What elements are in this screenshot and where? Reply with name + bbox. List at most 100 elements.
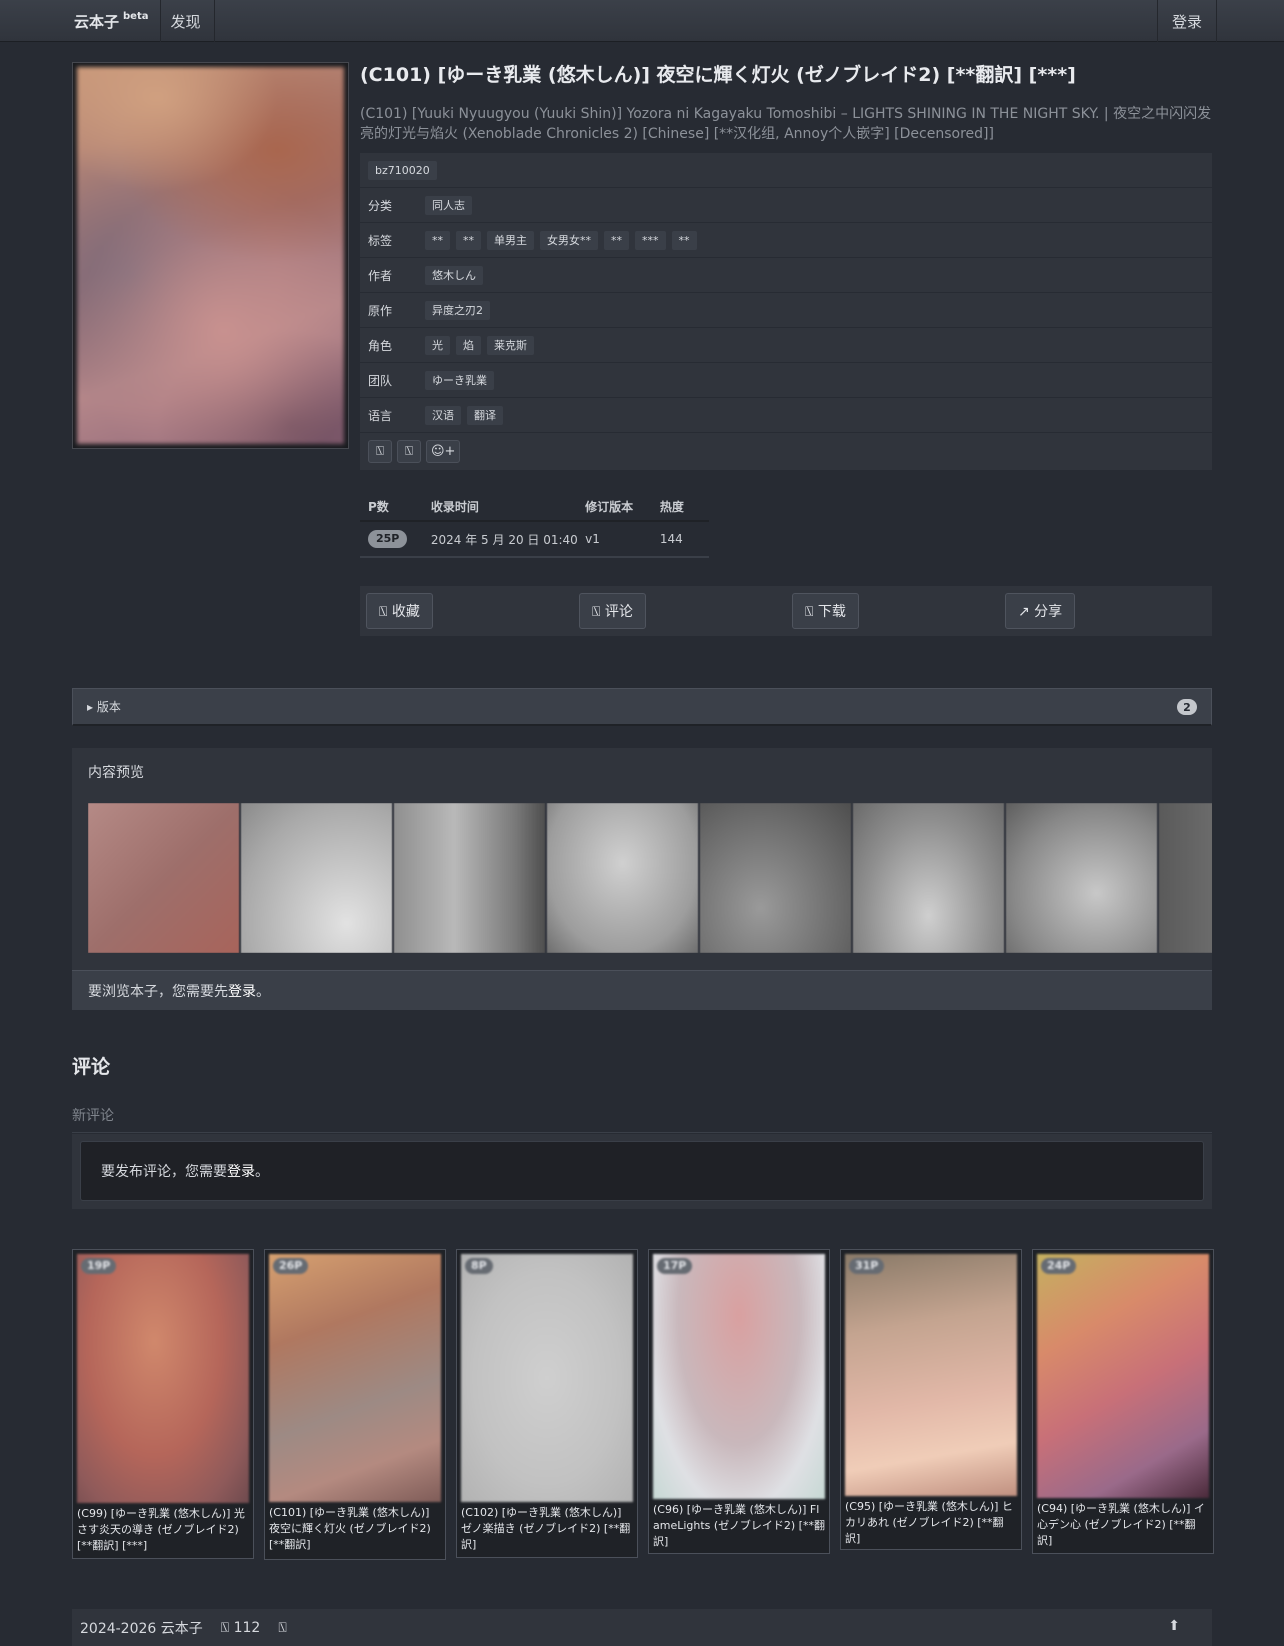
tag[interactable]: 单男主 [487, 230, 534, 250]
download-button[interactable]: ⍂ 下载 [792, 593, 859, 629]
related-title: (C96) [ゆーき乳業 (悠木しん)] FlameLights (ゼノブレイド… [653, 1503, 825, 1548]
brand-beta: beta [123, 10, 149, 22]
tag-row-character: 角色 光 焰 莱克斯 [360, 327, 1212, 362]
related-cover: 26P [269, 1254, 441, 1502]
thumbnail-strip[interactable] [88, 803, 1212, 953]
add-tag-button[interactable]: ☺+ [426, 440, 461, 463]
preview-login-link[interactable]: 登录 [228, 981, 256, 1001]
row-label: 作者 [368, 268, 393, 283]
tag[interactable]: ** [671, 230, 697, 250]
row-label: 标签 [368, 233, 393, 248]
comment-login-notice: 要发布评论，您需要 登录 。 [80, 1141, 1204, 1201]
tag[interactable]: 同人志 [425, 195, 472, 215]
tag[interactable]: 悠木しん [425, 265, 483, 285]
tag[interactable]: 女男女** [540, 230, 598, 250]
related-card[interactable]: 17P (C96) [ゆーき乳業 (悠木しん)] FlameLights (ゼノ… [648, 1249, 830, 1554]
related-pages-badge: 19P [81, 1258, 117, 1274]
tag[interactable]: 光 [425, 335, 450, 355]
brand-name: 云本子 [74, 12, 120, 31]
comment-login-prefix: 要发布评论，您需要 [101, 1164, 227, 1180]
versions-count: 2 [1177, 699, 1197, 715]
related-cover: 31P [845, 1254, 1017, 1496]
tag-row-artist: 作者 悠木しん [360, 257, 1212, 292]
added-time: 2024 年 5 月 20 日 01:40 [430, 532, 578, 547]
preview-thumbnail[interactable] [853, 803, 1004, 953]
header-heat: 热度 [659, 499, 684, 514]
favorite-button[interactable]: ⍂ 收藏 [366, 593, 433, 629]
tag[interactable]: *** [635, 230, 666, 250]
comment-login-link[interactable]: 登录 [227, 1161, 255, 1181]
preview-thumbnail[interactable] [88, 803, 239, 953]
tag[interactable]: ** [425, 230, 450, 250]
tag[interactable]: ** [604, 230, 629, 250]
row-label: 团队 [368, 373, 393, 388]
action-bar: ⍂ 收藏 ⍂ 评论 ⍂ 下载 ↗ 分享 [360, 586, 1212, 636]
tag[interactable]: 焰 [456, 335, 481, 355]
tag[interactable]: 异度之刃2 [425, 300, 490, 320]
brand-logo[interactable]: 云本子 beta [62, 0, 162, 42]
related-pages-badge: 31P [849, 1258, 885, 1274]
vote-up-button[interactable]: ⍂ [368, 440, 392, 463]
tag[interactable]: 翻译 [467, 405, 503, 425]
row-label: 分类 [368, 198, 393, 213]
tag[interactable]: ** [456, 230, 481, 250]
preview-thumbnail[interactable] [241, 803, 392, 953]
gallery-cover[interactable] [72, 62, 349, 449]
back-to-top-icon[interactable]: ⬆ [1168, 1618, 1180, 1634]
header-pages: P数 [368, 499, 389, 514]
related-cover: 19P [77, 1254, 249, 1503]
versions-toggle[interactable]: ▸ 版本 2 [72, 688, 1212, 726]
tag-row-parody: 原作 异度之刃2 [360, 292, 1212, 327]
tag-row-tools: ⍂ ⍂ ☺+ [360, 432, 1212, 470]
row-label: 原作 [368, 303, 393, 318]
preview-login-suffix: 。 [256, 983, 270, 1000]
preview-thumbnail[interactable] [1006, 803, 1157, 953]
related-card[interactable]: 19P (C99) [ゆーき乳業 (悠木しん)] 光さす炎天の導き (ゼノブレイ… [72, 1249, 254, 1559]
navbar: 云本子 beta 发现 登录 [0, 0, 1284, 42]
related-title: (C99) [ゆーき乳業 (悠木しん)] 光さす炎天の導き (ゼノブレイド2) … [77, 1507, 245, 1552]
nav-discover[interactable]: 发现 [157, 0, 215, 42]
comment-box: 要发布评论，您需要 登录 。 [72, 1134, 1212, 1209]
tag-row-language: 语言 汉语 翻译 [360, 397, 1212, 432]
versions-label: ▸ 版本 [87, 700, 121, 714]
preview-login-prefix: 要浏览本子，您需要先 [88, 983, 228, 1000]
footer-copyright: 2024-2026 云本子 [80, 1620, 203, 1637]
related-title: (C102) [ゆーき乳業 (悠木しん)] ゼノ楽描き (ゼノブレイド2) [*… [461, 1506, 631, 1551]
tag[interactable]: ゆーき乳業 [425, 370, 494, 390]
preview-thumbnail[interactable] [394, 803, 545, 953]
related-card[interactable]: 24P (C94) [ゆーき乳業 (悠木しん)] イ心デン心 (ゼノブレイド2)… [1032, 1249, 1214, 1554]
related-card[interactable]: 8P (C102) [ゆーき乳業 (悠木しん)] ゼノ楽描き (ゼノブレイド2)… [456, 1249, 638, 1558]
preview-thumbnail[interactable] [1159, 803, 1212, 953]
revision: v1 [585, 532, 600, 546]
preview-login-notice: 要浏览本子，您需要先 登录 。 [72, 970, 1212, 1010]
footer-online-count: ⍂ 112 [220, 1619, 261, 1636]
related-card[interactable]: 31P (C95) [ゆーき乳業 (悠木しん)] ヒカリあれ (ゼノブレイド2)… [840, 1249, 1022, 1550]
related-title: (C101) [ゆーき乳業 (悠木しん)] 夜空に輝く灯火 (ゼノブレイド2) … [269, 1506, 431, 1551]
header-revision: 修订版本 [585, 499, 634, 514]
gallery-subtitle: (C101) [Yuuki Nyuugyou (Yuuki Shin)] Yoz… [360, 106, 1212, 142]
row-label: 角色 [368, 338, 393, 353]
preview-thumbnail[interactable] [547, 803, 698, 953]
vote-down-button[interactable]: ⍂ [397, 440, 421, 463]
pages-badge: 25P [368, 530, 408, 548]
gallery-info: (C101) [ゆーき乳業 (悠木しん)] 夜空に輝く灯火 (ゼノブレイド2) … [360, 62, 1212, 636]
comment-login-suffix: 。 [255, 1164, 269, 1180]
tag-row-group: 团队 ゆーき乳業 [360, 362, 1212, 397]
gallery-id-tag[interactable]: bz710020 [368, 160, 437, 180]
stats-row: 25P 2024 年 5 月 20 日 01:40 v1 144 [360, 522, 709, 556]
related-card[interactable]: 26P (C101) [ゆーき乳業 (悠木しん)] 夜空に輝く灯火 (ゼノブレイ… [264, 1249, 446, 1560]
tag[interactable]: 莱克斯 [487, 335, 534, 355]
footer: 2024-2026 云本子 ⍂ 112 ⍂ ⬆ [72, 1609, 1212, 1646]
preview-title: 内容预览 [88, 765, 144, 781]
nav-login[interactable]: 登录 [1157, 0, 1217, 42]
related-pages-badge: 26P [273, 1258, 309, 1274]
new-comment-label: 新评论 [72, 1105, 1212, 1133]
stats-header: P数 收录时间 修订版本 热度 [360, 492, 709, 522]
share-button[interactable]: ↗ 分享 [1005, 593, 1076, 629]
tag[interactable]: 汉语 [425, 405, 461, 425]
related-cover: 24P [1037, 1254, 1209, 1498]
header-added: 收录时间 [430, 499, 479, 514]
comment-button[interactable]: ⍂ 评论 [579, 593, 646, 629]
preview-thumbnail[interactable] [700, 803, 851, 953]
footer-icon[interactable]: ⍂ [278, 1620, 286, 1636]
